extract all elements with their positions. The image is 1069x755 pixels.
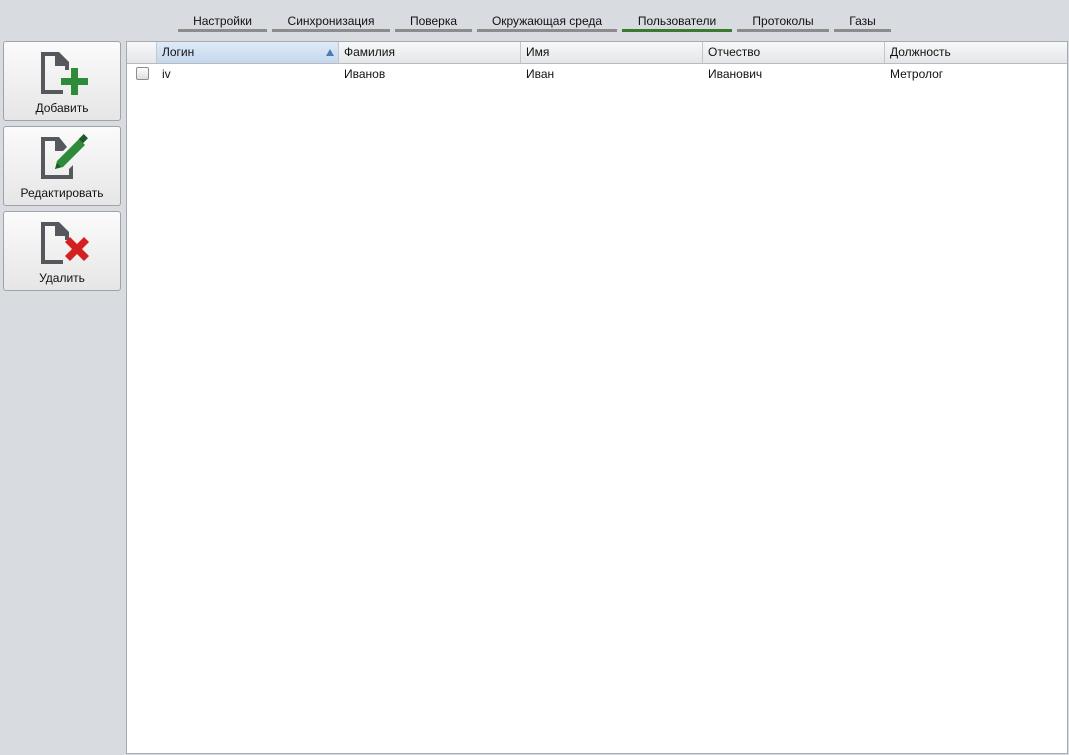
column-header-name[interactable]: Имя	[521, 42, 703, 63]
tab-bar: Настройки Синхронизация Поверка Окружающ…	[0, 0, 1069, 38]
column-header-patronymic[interactable]: Отчество	[703, 42, 885, 63]
tab-settings[interactable]: Настройки	[178, 12, 267, 32]
edit-button[interactable]: Редактировать	[3, 126, 121, 206]
edit-button-label: Редактировать	[20, 186, 104, 200]
column-header-surname[interactable]: Фамилия	[339, 42, 521, 63]
cell-position: Метролог	[890, 67, 944, 81]
edit-document-icon	[41, 134, 88, 179]
cell-patronymic: Иванович	[708, 67, 763, 81]
delete-button-label: Удалить	[39, 271, 85, 285]
table-header: Логин Фамилия Имя Отчество Должность	[127, 42, 1067, 64]
table-row[interactable]: iv Иванов Иван Иванович Метролог	[127, 64, 1067, 84]
add-button[interactable]: Добавить	[3, 41, 121, 121]
cell-name: Иван	[526, 67, 555, 81]
add-document-icon	[41, 52, 88, 95]
tab-users[interactable]: Пользователи	[622, 12, 732, 32]
delete-button[interactable]: Удалить	[3, 211, 121, 291]
column-header-login[interactable]: Логин	[157, 42, 339, 63]
column-header-position[interactable]: Должность	[885, 42, 1067, 63]
users-table: Логин Фамилия Имя Отчество Должность iv …	[126, 41, 1068, 754]
delete-document-icon	[41, 222, 89, 264]
row-checkbox[interactable]	[136, 67, 149, 80]
column-header-label: Логин	[162, 45, 195, 59]
tab-sync[interactable]: Синхронизация	[272, 12, 390, 32]
select-column-header	[127, 42, 157, 63]
cell-surname: Иванов	[344, 67, 386, 81]
tab-environment[interactable]: Окружающая среда	[477, 12, 617, 32]
add-button-label: Добавить	[35, 101, 89, 115]
tab-protocols[interactable]: Протоколы	[737, 12, 829, 32]
cell-login: iv	[162, 67, 171, 81]
tab-gases[interactable]: Газы	[834, 12, 891, 32]
tab-verification[interactable]: Поверка	[395, 12, 472, 32]
sort-ascending-icon	[326, 49, 334, 56]
